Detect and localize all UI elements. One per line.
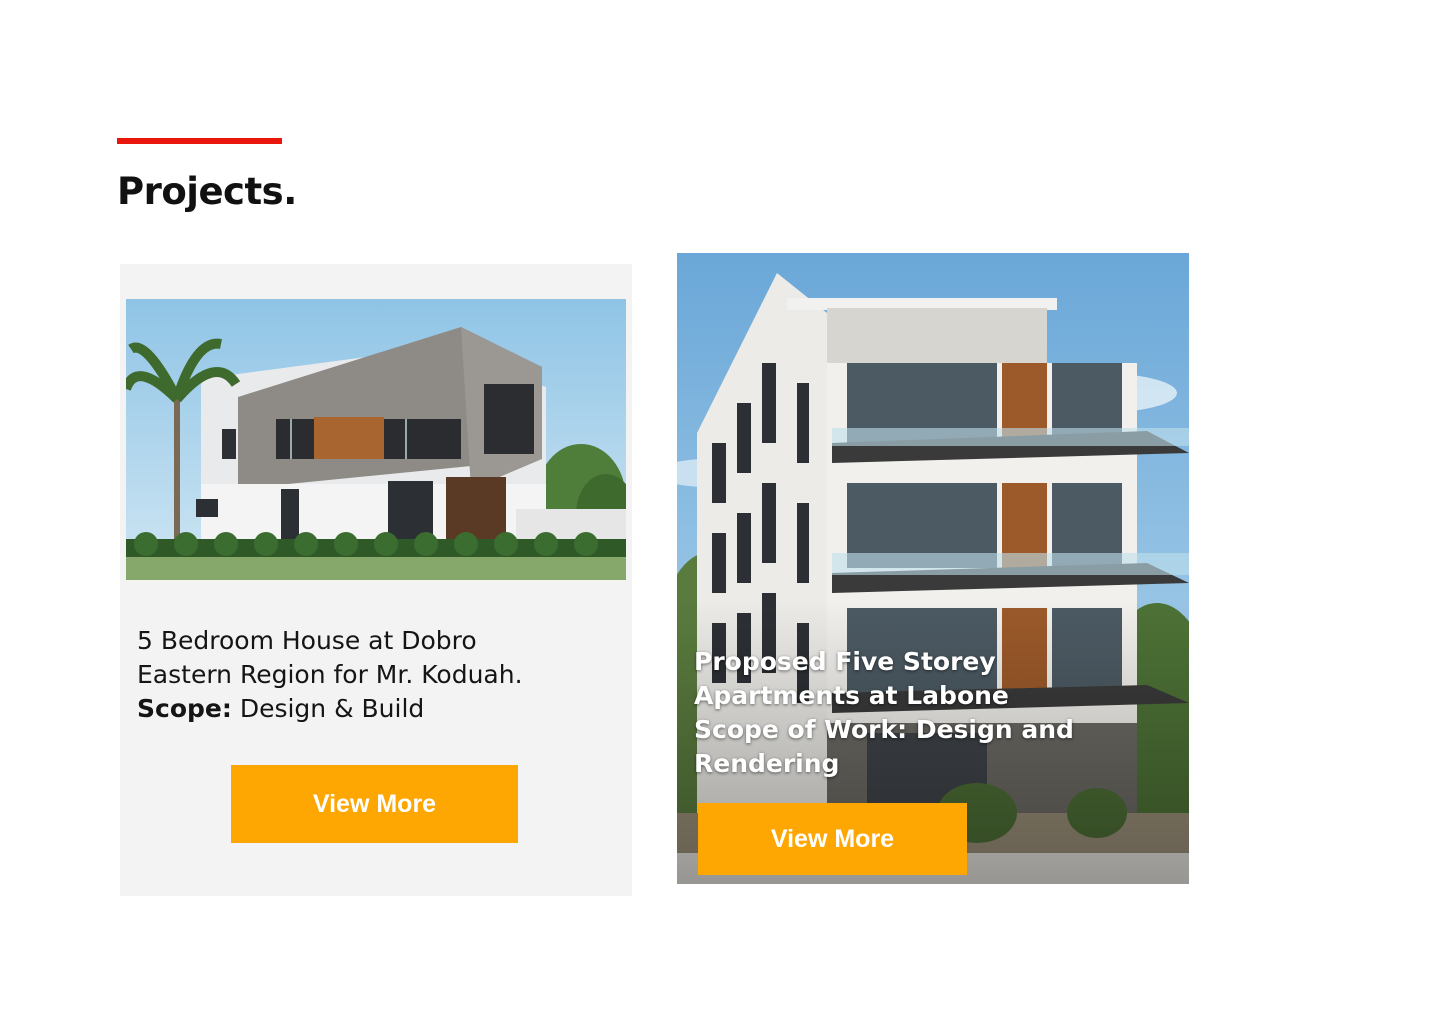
project-description: 5 Bedroom House at Dobro Eastern Region …: [137, 624, 617, 726]
view-more-button[interactable]: View More: [698, 803, 967, 875]
project-scope: Scope: Design & Build: [137, 692, 617, 726]
view-more-button[interactable]: View More: [231, 765, 518, 843]
project-scope: Scope of Work: Design and Rendering: [694, 715, 1074, 778]
project-card-2: Proposed Five Storey Apartments at Labon…: [677, 253, 1189, 884]
project-title-line2: Eastern Region for Mr. Koduah.: [137, 660, 523, 689]
project-title-line1: 5 Bedroom House at Dobro: [137, 626, 477, 655]
project-card-1: 5 Bedroom House at Dobro Eastern Region …: [120, 264, 632, 896]
section-accent-bar: [117, 138, 282, 144]
scope-label: Scope:: [137, 694, 232, 723]
project-image-house: [126, 299, 626, 580]
project-title: Proposed Five Storey Apartments at Labon…: [694, 647, 1009, 710]
section-title: Projects.: [117, 170, 297, 213]
project-image-apartments: [677, 253, 1189, 884]
project-description: Proposed Five Storey Apartments at Labon…: [694, 645, 1124, 781]
scope-value: Design & Build: [239, 694, 425, 723]
